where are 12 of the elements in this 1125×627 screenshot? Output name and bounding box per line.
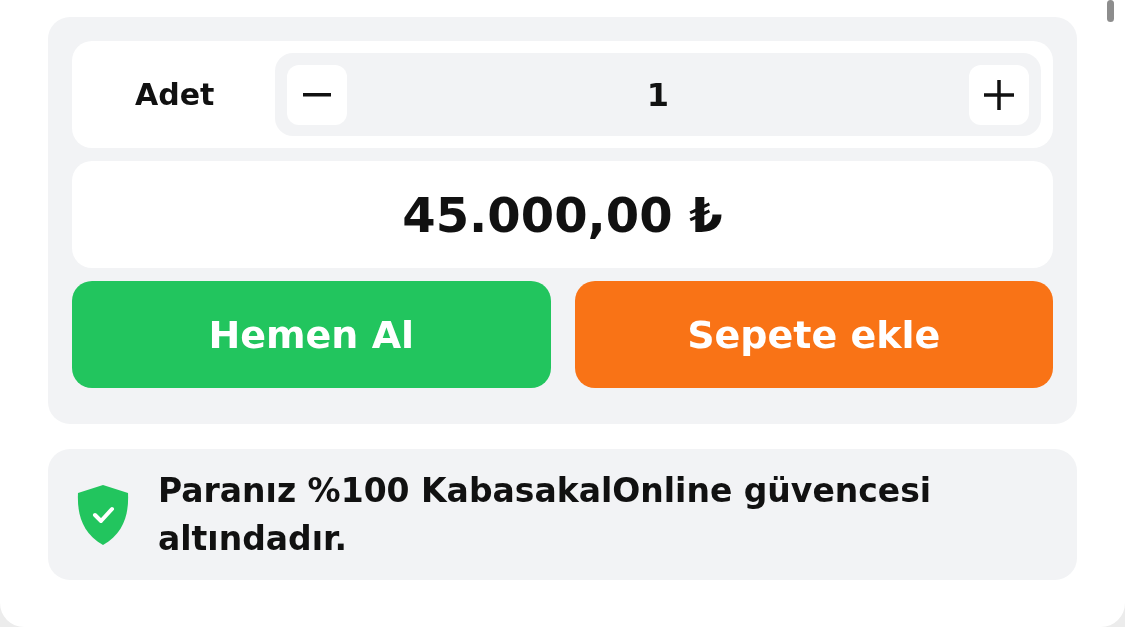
minus-icon: [303, 92, 331, 97]
decrease-button[interactable]: [287, 64, 347, 125]
increase-button[interactable]: [969, 64, 1029, 125]
scrollbar-thumb[interactable]: [1107, 0, 1114, 22]
guarantee-text: Paranız %100 KabasakalOnline güvencesi altındadır.: [158, 469, 933, 560]
price-text: 45.000,00 ₺: [402, 186, 723, 243]
buy-now-button[interactable]: Hemen Al: [72, 281, 551, 388]
add-to-cart-button[interactable]: Sepete ekle: [574, 281, 1053, 388]
plus-icon: [984, 79, 1014, 110]
quantity-value: 1: [646, 75, 670, 114]
quantity-label: Adet: [135, 77, 216, 112]
shield-check-icon: [76, 483, 130, 546]
